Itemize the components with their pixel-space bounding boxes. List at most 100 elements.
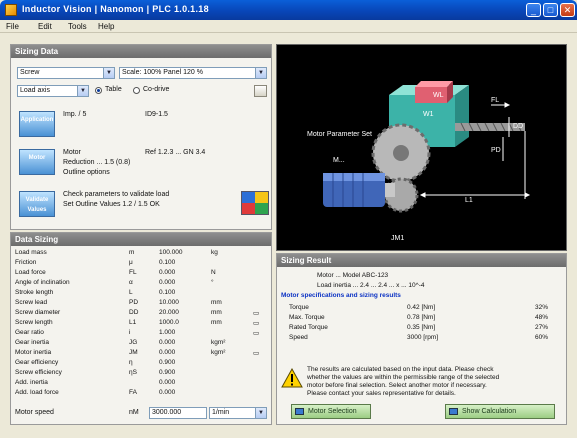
length-label: L1 bbox=[465, 197, 473, 204]
data-sizing-row: Stroke length L 0.100 bbox=[11, 289, 273, 298]
speed-unit-select[interactable]: 1/min ▼ bbox=[209, 407, 267, 419]
data-sizing-row: Gear ratio i 1.000 ▭ bbox=[11, 329, 273, 338]
options-button[interactable] bbox=[254, 85, 267, 97]
result-value: 3000 [rpm] bbox=[407, 334, 439, 341]
data-sizing-unit: N bbox=[211, 269, 216, 276]
application-value: ID9-1.5 bbox=[145, 111, 168, 118]
chevron-down-icon: ▼ bbox=[103, 68, 114, 78]
result-name: Max. Torque bbox=[289, 314, 325, 321]
chart-grid-icon[interactable] bbox=[241, 191, 269, 215]
motor-speed-input[interactable]: 3000.000 bbox=[149, 407, 207, 419]
motor-m-label: M... bbox=[333, 157, 345, 164]
result-name: Rated Torque bbox=[289, 324, 328, 331]
data-sizing-val[interactable]: 0.000 bbox=[159, 379, 175, 386]
fl-label: FL bbox=[491, 97, 500, 104]
data-sizing-row: Screw diameter DD 20.000 mm ▭ bbox=[11, 309, 273, 318]
motor-text: Motor bbox=[63, 149, 81, 156]
data-sizing-row: Screw length L1 1000.0 mm ▭ bbox=[11, 319, 273, 328]
data-sizing-label: Stroke length bbox=[15, 289, 54, 296]
data-sizing-row: Screw efficiency ηS 0.900 bbox=[11, 369, 273, 378]
result-link[interactable]: Motor specifications and sizing results bbox=[281, 292, 401, 299]
chevron-down-icon: ▼ bbox=[255, 408, 266, 418]
menu-edit[interactable]: Edit bbox=[38, 22, 52, 31]
data-sizing-label: Screw lead bbox=[15, 299, 48, 306]
close-button[interactable]: ✕ bbox=[560, 3, 575, 17]
data-sizing-row: Gear inertia JG 0.000 kgm² bbox=[11, 339, 273, 348]
codrive-radio-label: Co-drive bbox=[143, 86, 170, 93]
warning-line-4: Please contact your sales representative… bbox=[307, 390, 456, 397]
scale-select[interactable]: Scale: 100% Panel 120 % ▼ bbox=[119, 67, 267, 79]
menu-help[interactable]: Help bbox=[98, 22, 114, 31]
data-sizing-label: Gear efficiency bbox=[15, 359, 59, 366]
result-pct: 48% bbox=[535, 314, 549, 321]
data-sizing-val[interactable]: 0.000 bbox=[159, 339, 175, 346]
show-calculation-button[interactable]: Show Calculation bbox=[445, 404, 555, 419]
data-sizing-unit: kgm² bbox=[211, 339, 226, 346]
result-value: 0.78 [Nm] bbox=[407, 314, 436, 321]
data-sizing-val[interactable]: 0.000 bbox=[159, 279, 175, 286]
data-sizing-unit: ° bbox=[211, 279, 214, 286]
data-sizing-sym: JM bbox=[129, 349, 138, 356]
result-pct: 32% bbox=[535, 304, 549, 311]
data-sizing-val[interactable]: 0.000 bbox=[159, 269, 175, 276]
data-sizing-val[interactable]: 0.900 bbox=[159, 369, 175, 376]
data-sizing-unit: mm bbox=[211, 299, 222, 306]
data-sizing-sym: ηS bbox=[129, 369, 137, 376]
result-pct: 60% bbox=[535, 334, 549, 341]
data-sizing-val[interactable]: 0.900 bbox=[159, 359, 175, 366]
data-sizing-sym: FA bbox=[129, 389, 137, 396]
data-sizing-val[interactable]: 0.000 bbox=[159, 389, 175, 396]
table-radio[interactable] bbox=[95, 87, 102, 94]
data-sizing-val[interactable]: 1000.0 bbox=[159, 319, 179, 326]
data-sizing-row: Motor inertia JM 0.000 kgm² ▭ bbox=[11, 349, 273, 358]
menu-bar: File Edit Tools Help bbox=[0, 20, 577, 33]
data-sizing-label: Friction bbox=[15, 259, 37, 266]
sizing-result-panel: Sizing Result Motor ... Model ABC-123 Lo… bbox=[276, 253, 567, 425]
data-sizing-sym: JG bbox=[129, 339, 138, 346]
app-icon bbox=[5, 4, 17, 16]
window-title: Inductor Vision | Nanomon | PLC 1.0.1.18 bbox=[22, 4, 209, 14]
data-sizing-row: Add. inertia 0.000 bbox=[11, 379, 273, 388]
menu-tools[interactable]: Tools bbox=[68, 22, 87, 31]
data-sizing-val[interactable]: 0.100 bbox=[159, 259, 175, 266]
data-sizing-label: Add. load force bbox=[15, 389, 59, 396]
load-axis-select[interactable]: Load axis ▼ bbox=[17, 85, 89, 97]
warning-icon bbox=[281, 368, 303, 388]
data-sizing-sym: α bbox=[129, 279, 133, 286]
result-value: 0.42 [Nm] bbox=[407, 304, 436, 311]
minimize-button[interactable]: _ bbox=[526, 3, 541, 17]
motor-button[interactable]: Motor bbox=[19, 149, 55, 175]
motor-selection-button[interactable]: Motor Selection bbox=[291, 404, 371, 419]
data-sizing-val[interactable]: 0.100 bbox=[159, 289, 175, 296]
data-sizing-val[interactable]: 100.000 bbox=[159, 249, 183, 256]
data-sizing-val[interactable]: 1.000 bbox=[159, 329, 175, 336]
maximize-button[interactable]: □ bbox=[543, 3, 558, 17]
data-sizing-val[interactable]: 10.000 bbox=[159, 299, 179, 306]
validate-subtext: Set Outline Values 1.2 / 1.5 OK bbox=[63, 201, 160, 208]
result-name: Torque bbox=[289, 304, 309, 311]
mechanism-diagram: WL W1 FL DD PD Motor Parameter Set M... … bbox=[276, 44, 567, 251]
data-sizing-row: Screw lead PD 10.000 mm bbox=[11, 299, 273, 308]
validate-values-button[interactable]: Validate Values bbox=[19, 191, 55, 217]
data-sizing-unit2[interactable]: ▭ bbox=[253, 309, 259, 317]
sizing-data-panel: Sizing Data Screw ▼ Scale: 100% Panel 120… bbox=[10, 44, 272, 230]
menu-file[interactable]: File bbox=[6, 22, 19, 31]
data-sizing-sym: μ bbox=[129, 259, 133, 266]
codrive-radio[interactable] bbox=[133, 87, 140, 94]
chevron-down-icon: ▼ bbox=[77, 86, 88, 96]
result-row: Speed 3000 [rpm] 60% bbox=[277, 334, 577, 343]
data-sizing-unit2[interactable]: ▭ bbox=[253, 319, 259, 327]
wl-label: WL bbox=[433, 92, 444, 99]
drive-type-select[interactable]: Screw ▼ bbox=[17, 67, 115, 79]
chevron-down-icon: ▼ bbox=[255, 68, 266, 78]
application-button[interactable]: Application bbox=[19, 111, 55, 137]
validate-text: Check parameters to validate load bbox=[63, 191, 170, 198]
data-sizing-label: Screw length bbox=[15, 319, 53, 326]
data-sizing-val[interactable]: 0.000 bbox=[159, 349, 175, 356]
data-sizing-unit2[interactable]: ▭ bbox=[253, 329, 259, 337]
result-pct: 27% bbox=[535, 324, 549, 331]
data-sizing-panel: Data Sizing Load mass m 100.000 kg Friction μ… bbox=[10, 232, 272, 425]
data-sizing-val[interactable]: 20.000 bbox=[159, 309, 179, 316]
data-sizing-unit2[interactable]: ▭ bbox=[253, 349, 259, 357]
data-sizing-label: Screw efficiency bbox=[15, 369, 62, 376]
